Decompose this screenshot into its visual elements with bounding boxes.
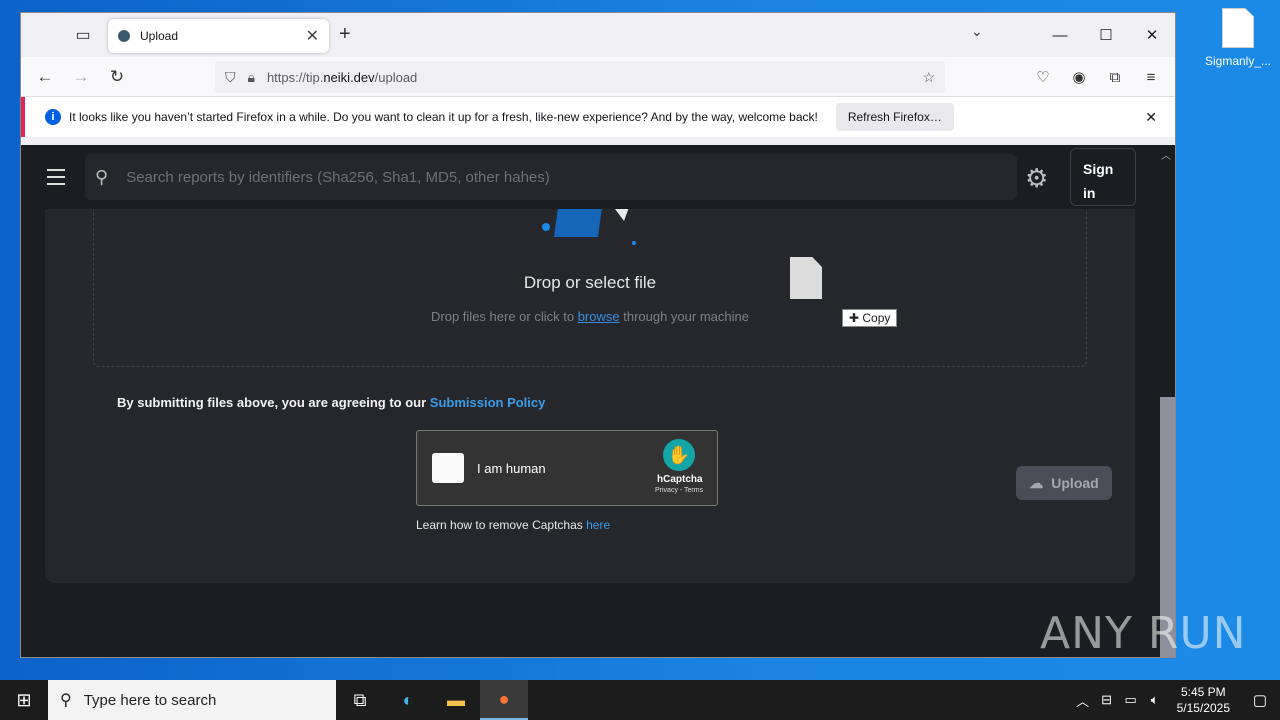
sign-in-button[interactable]: Sign in — [1070, 148, 1136, 206]
star-icon[interactable]: ☆ — [922, 69, 935, 86]
hamburger-icon[interactable] — [47, 169, 65, 190]
captcha-terms[interactable]: Privacy - Terms — [655, 487, 703, 494]
notification-icon[interactable]: ▢ — [1240, 691, 1280, 709]
firefox-icon[interactable]: ● — [480, 680, 528, 720]
submission-policy-link[interactable]: Submission Policy — [430, 395, 546, 410]
site-header: ⚲ Search reports by identifiers (Sha256,… — [21, 145, 1159, 209]
hcaptcha-widget: I am human ✋ hCaptcha Privacy - Terms — [416, 430, 718, 506]
taskbar-search-input[interactable]: ⚲ Type here to search — [48, 680, 336, 720]
info-icon: i — [45, 109, 61, 125]
search-icon: ⚲ — [95, 166, 109, 187]
dropzone[interactable]: Drop or select file Drop files here or c… — [93, 185, 1087, 367]
policy-text: By submitting files above, you are agree… — [117, 395, 546, 410]
edge-icon[interactable]: ◐ — [384, 680, 432, 720]
search-icon: ⚲ — [60, 692, 72, 709]
desktop-left-icons — [0, 0, 20, 660]
learn-captcha-link[interactable]: here — [586, 518, 610, 532]
account-icon[interactable]: ◉ — [1061, 61, 1097, 93]
close-icon[interactable]: ✕ — [1129, 13, 1175, 57]
ethernet-icon[interactable]: ▭ — [1119, 692, 1143, 708]
upload-button[interactable]: ☁ Upload — [1016, 466, 1112, 500]
task-view-icon[interactable]: ⧉ — [336, 680, 384, 720]
shield-icon[interactable]: ⛉ — [225, 69, 236, 86]
forward-icon[interactable]: → — [63, 61, 99, 93]
notification-bar: i It looks like you haven’t started Fire… — [21, 97, 1175, 137]
lock-icon[interactable]: 🔒︎ — [248, 69, 255, 86]
favicon-icon — [118, 30, 130, 42]
menu-icon[interactable]: ≡ — [1133, 61, 1169, 93]
dragged-file-icon — [790, 257, 822, 299]
taskbar: ⊞ ⚲ Type here to search ⧉ ◐ ▬ ● ︿ ⊟ ▭ 🔈︎… — [0, 680, 1280, 720]
page-content: Drop or select file Drop files here or c… — [21, 145, 1159, 657]
volume-icon[interactable]: 🔈︎ — [1143, 692, 1167, 708]
notice-text: It looks like you haven’t started Firefo… — [69, 110, 818, 124]
url-bar[interactable]: ⛉ 🔒︎ https://tip.neiki.dev/upload ☆ — [215, 61, 945, 93]
back-icon[interactable]: ← — [27, 61, 63, 93]
captcha-checkbox[interactable] — [432, 453, 464, 483]
scrollbar[interactable]: ︿ — [1158, 145, 1175, 657]
chevron-down-icon[interactable]: ⌄ — [971, 23, 983, 40]
scroll-up-icon[interactable]: ︿ — [1161, 147, 1171, 162]
copy-tooltip: ✚ Copy — [842, 309, 898, 327]
network-icon[interactable]: ⊟ — [1095, 692, 1119, 708]
url-text[interactable]: https://tip.neiki.dev/upload — [267, 70, 922, 85]
extensions-icon[interactable]: ⧉ — [1097, 61, 1133, 93]
minimize-icon[interactable]: — — [1037, 13, 1083, 57]
desktop-file-label: Sigmanly_... — [1204, 54, 1272, 68]
tab-bar: ▭ Upload ✕ + ⌄ — ☐ ✕ — [21, 13, 1175, 57]
pocket-icon[interactable]: ♡ — [1025, 61, 1061, 93]
drop-subtitle: Drop files here or click to browse throu… — [431, 309, 749, 324]
browser-window: ▭ Upload ✕ + ⌄ — ☐ ✕ ← → ↻ ⛉ 🔒︎ https://… — [20, 12, 1176, 658]
browse-link[interactable]: browse — [578, 309, 620, 324]
upload-card: Drop or select file Drop files here or c… — [45, 185, 1135, 583]
captcha-label: I am human — [477, 461, 546, 476]
chevron-up-icon[interactable]: ︿ — [1071, 691, 1095, 710]
new-tab-icon[interactable]: + — [339, 23, 351, 46]
tab-upload[interactable]: Upload ✕ — [108, 19, 329, 53]
captcha-brand: hCaptcha — [657, 474, 703, 485]
clock[interactable]: 5:45 PM 5/15/2025 — [1167, 684, 1240, 716]
notice-close-icon[interactable]: ✕ — [1145, 109, 1157, 126]
file-explorer-icon[interactable]: ▬ — [432, 680, 480, 720]
tab-close-icon[interactable]: ✕ — [306, 26, 319, 46]
anyrun-watermark: ANY RUN — [1040, 608, 1247, 659]
reload-icon[interactable]: ↻ — [99, 61, 135, 93]
file-icon — [1222, 8, 1254, 48]
search-placeholder: Search reports by identifiers (Sha256, S… — [126, 168, 550, 186]
search-input[interactable]: ⚲ Search reports by identifiers (Sha256,… — [85, 154, 1017, 200]
drop-title: Drop or select file — [523, 273, 657, 292]
cloud-upload-icon: ☁ — [1029, 474, 1044, 491]
windows-start-icon[interactable]: ⊞ — [0, 680, 48, 720]
tab-title: Upload — [140, 29, 179, 43]
system-tray: ︿ ⊟ ▭ 🔈︎ 5:45 PM 5/15/2025 ▢ — [1071, 680, 1280, 720]
gear-icon[interactable]: ⚙ — [1025, 163, 1048, 194]
window-controls: — ☐ ✕ — [1037, 13, 1175, 57]
learn-captcha-text: Learn how to remove Captchas here — [416, 518, 611, 532]
collections-icon[interactable]: ▭ — [65, 17, 101, 53]
toolbar-right: ♡ ◉ ⧉ ≡ — [1025, 61, 1169, 93]
hcaptcha-logo-icon: ✋ — [663, 439, 695, 471]
maximize-icon[interactable]: ☐ — [1083, 13, 1129, 57]
refresh-firefox-button[interactable]: Refresh Firefox… — [835, 103, 954, 131]
nav-bar: ← → ↻ ⛉ 🔒︎ https://tip.neiki.dev/upload … — [21, 57, 1175, 97]
desktop-file-icon[interactable]: Sigmanly_... — [1203, 8, 1273, 68]
